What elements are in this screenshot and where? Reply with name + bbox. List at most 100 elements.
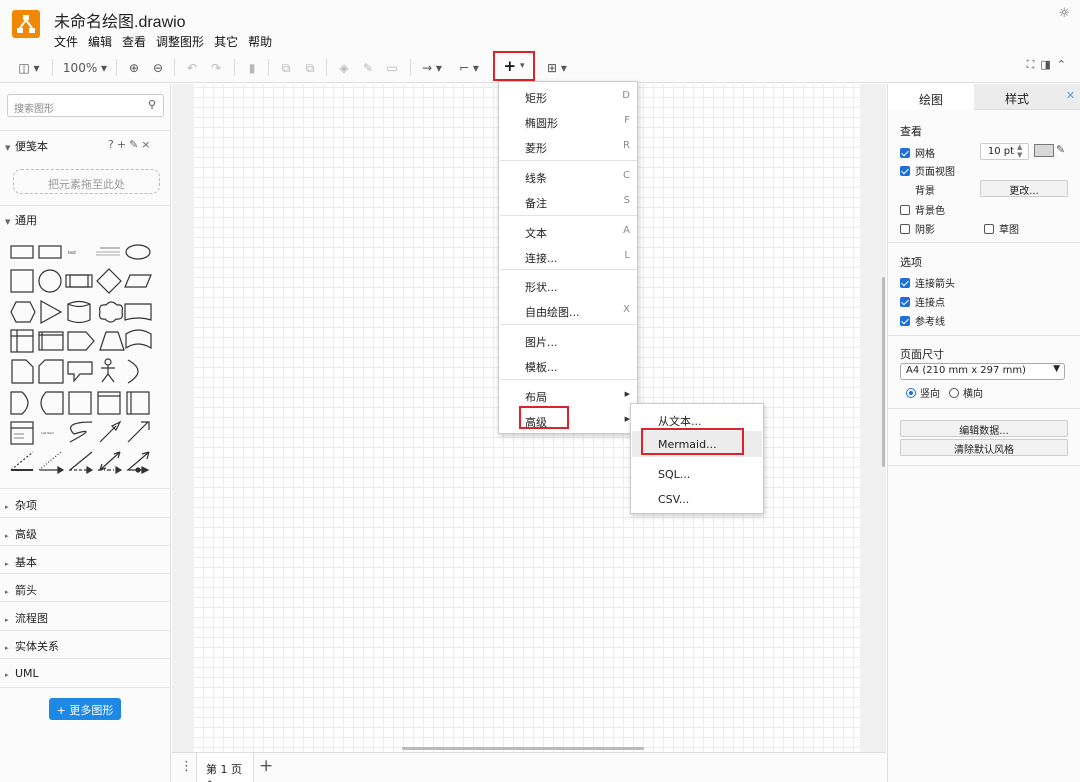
clear-default-style-button[interactable]: 清除默认风格 bbox=[900, 439, 1068, 456]
menu-item-ellipse[interactable]: 椭圆形 F bbox=[499, 110, 637, 132]
zoom-select[interactable]: 100% ▾ bbox=[60, 58, 110, 78]
redo-icon[interactable]: ↷ bbox=[208, 58, 224, 78]
menu-item-rhombus[interactable]: 菱形 R bbox=[499, 135, 637, 157]
fill-color-icon[interactable]: ◈ bbox=[336, 58, 352, 78]
close-icon[interactable]: ✕ bbox=[1060, 84, 1080, 110]
divider bbox=[0, 687, 171, 688]
section-flowchart[interactable]: ▸ 流程图 bbox=[5, 610, 48, 626]
pencil-icon[interactable]: ✎ bbox=[1056, 143, 1065, 156]
menu-item-text[interactable]: 文本 A bbox=[499, 220, 637, 242]
general-header[interactable]: ▼ 通用 bbox=[5, 212, 37, 228]
section-basic[interactable]: ▸ 基本 bbox=[5, 554, 37, 570]
view-panels-icon[interactable]: ◫ ▾ bbox=[14, 58, 44, 78]
guides-checkbox[interactable]: 参考线 bbox=[900, 313, 945, 328]
shapes-sidebar: 搜索图形 ⚲ ▼ 便笺本 ?+✎× 把元素拖至此处 ▼ 通用 text List… bbox=[0, 84, 171, 782]
scratchpad-header[interactable]: ▼ 便笺本 bbox=[5, 138, 48, 154]
tab-style[interactable]: 样式 bbox=[974, 84, 1060, 110]
to-back-icon[interactable]: ⧉ bbox=[302, 58, 318, 78]
sketch-checkbox[interactable]: 草图 bbox=[984, 221, 1019, 236]
radio-unselected-icon bbox=[949, 387, 959, 398]
background-color-checkbox[interactable]: 背景色 bbox=[900, 202, 945, 217]
general-shapes-grid[interactable]: text List Item bbox=[8, 236, 158, 478]
menu-item-freehand[interactable]: 自由绘图... X bbox=[499, 299, 637, 321]
stepper-icon[interactable]: ▲ ▼ bbox=[1017, 143, 1022, 159]
menu-extras[interactable]: 其它 bbox=[214, 33, 238, 50]
section-misc[interactable]: ▸ 杂项 bbox=[5, 497, 37, 513]
help-icon[interactable]: ? bbox=[108, 138, 117, 151]
format-panel-icon[interactable]: ◨ bbox=[1040, 58, 1056, 71]
divider bbox=[888, 335, 1080, 336]
document-title[interactable]: 未命名绘图.drawio bbox=[54, 8, 186, 32]
landscape-radio[interactable]: 横向 bbox=[949, 385, 983, 400]
edit-data-button[interactable]: 编辑数据... bbox=[900, 420, 1068, 437]
undo-icon[interactable]: ↶ bbox=[184, 58, 200, 78]
menu-edit[interactable]: 编辑 bbox=[88, 33, 112, 50]
section-uml[interactable]: ▸ UML bbox=[5, 667, 39, 680]
plus-icon: + bbox=[503, 57, 517, 75]
line-color-icon[interactable]: ✎ bbox=[360, 58, 376, 78]
zoom-out-icon[interactable]: ⊖ bbox=[150, 58, 166, 78]
insert-button[interactable]: + ▾ bbox=[493, 51, 535, 81]
menu-item-rectangle[interactable]: 矩形 D bbox=[499, 85, 637, 107]
edit-icon[interactable]: ✎ bbox=[129, 138, 141, 151]
connection-arrows-checkbox[interactable]: 连接箭头 bbox=[900, 275, 955, 290]
chevron-right-icon: ▸ bbox=[5, 503, 9, 511]
menu-view[interactable]: 查看 bbox=[122, 33, 146, 50]
vertical-scrollbar[interactable] bbox=[882, 277, 885, 467]
page-view-checkbox[interactable]: 页面视图 bbox=[900, 163, 955, 178]
paper-size-select[interactable]: A4 (210 mm x 297 mm) ▼ bbox=[900, 363, 1065, 380]
page-tab[interactable]: 第 1 页 ⌃ bbox=[196, 753, 254, 782]
menu-item-shapes[interactable]: 形状... bbox=[499, 274, 637, 296]
connection-style-icon[interactable]: → ▾ bbox=[418, 58, 446, 78]
section-entity-relation[interactable]: ▸ 实体关系 bbox=[5, 638, 59, 654]
menu-item-link[interactable]: 连接... L bbox=[499, 245, 637, 267]
close-icon[interactable]: × bbox=[141, 138, 153, 151]
search-input[interactable]: 搜索图形 bbox=[7, 94, 164, 117]
shadow-checkbox[interactable]: 阴影 bbox=[900, 221, 935, 236]
portrait-radio[interactable]: 竖向 bbox=[906, 385, 940, 400]
menu-item-line[interactable]: 线条 C bbox=[499, 165, 637, 187]
chevron-right-icon: ▶ bbox=[624, 390, 630, 398]
grid-color-swatch[interactable] bbox=[1034, 144, 1054, 157]
table-icon[interactable]: ⊞ ▾ bbox=[543, 58, 571, 78]
pages-menu-icon[interactable]: ⋮ bbox=[180, 759, 193, 774]
to-front-icon[interactable]: ⧉ bbox=[278, 58, 294, 78]
scratchpad-drop-zone[interactable]: 把元素拖至此处 bbox=[13, 169, 160, 194]
search-icon[interactable]: ⚲ bbox=[148, 98, 156, 111]
more-shapes-button[interactable]: + 更多图形 bbox=[49, 698, 121, 720]
section-advanced[interactable]: ▸ 高级 bbox=[5, 526, 37, 542]
menu-item-label: 椭圆形 bbox=[525, 117, 558, 130]
menu-item-csv[interactable]: CSV... bbox=[631, 488, 763, 510]
menu-item-note[interactable]: 备注 S bbox=[499, 190, 637, 212]
collapse-icon[interactable]: ⌃ bbox=[1057, 58, 1072, 71]
connector-shapes-row[interactable] bbox=[8, 464, 158, 478]
zoom-in-icon[interactable]: ⊕ bbox=[126, 58, 142, 78]
delete-icon[interactable]: ▮ bbox=[244, 58, 260, 78]
menu-item-shortcut: L bbox=[624, 250, 630, 261]
section-arrows[interactable]: ▸ 箭头 bbox=[5, 582, 37, 598]
tab-diagram[interactable]: 绘图 bbox=[888, 84, 974, 110]
shadow-icon[interactable]: ▭ bbox=[384, 58, 400, 78]
theme-toggle-icon[interactable]: ☼ bbox=[1058, 6, 1070, 21]
menu-item-sql[interactable]: SQL... bbox=[631, 463, 763, 485]
menu-arrange[interactable]: 调整图形 bbox=[156, 33, 204, 50]
zoom-value: 100% bbox=[62, 61, 98, 75]
menu-item-layout[interactable]: 布局 ▶ bbox=[499, 384, 637, 406]
menu-item-template[interactable]: 模板... bbox=[499, 354, 637, 376]
window-controls: ⛶◨⌃ bbox=[1027, 58, 1072, 72]
chevron-down-icon: ▼ bbox=[5, 144, 11, 152]
menu-item-from-text[interactable]: 从文本... bbox=[631, 408, 763, 430]
menu-item-image[interactable]: 图片... bbox=[499, 329, 637, 351]
horizontal-scrollbar[interactable] bbox=[402, 747, 644, 750]
connection-points-checkbox[interactable]: 连接点 bbox=[900, 294, 945, 309]
add-icon[interactable]: + bbox=[117, 138, 129, 151]
waypoint-style-icon[interactable]: ⌐ ▾ bbox=[454, 58, 484, 78]
paper-size-title: 页面尺寸 bbox=[900, 348, 944, 361]
fullscreen-icon[interactable]: ⛶ bbox=[1027, 58, 1041, 71]
add-page-icon[interactable]: + bbox=[259, 756, 273, 776]
change-background-button[interactable]: 更改... bbox=[980, 180, 1068, 197]
grid-checkbox[interactable]: 网格 bbox=[900, 145, 935, 160]
scratchpad-tools: ?+✎× bbox=[108, 138, 154, 151]
menu-file[interactable]: 文件 bbox=[54, 33, 78, 50]
menu-help[interactable]: 帮助 bbox=[248, 33, 272, 50]
